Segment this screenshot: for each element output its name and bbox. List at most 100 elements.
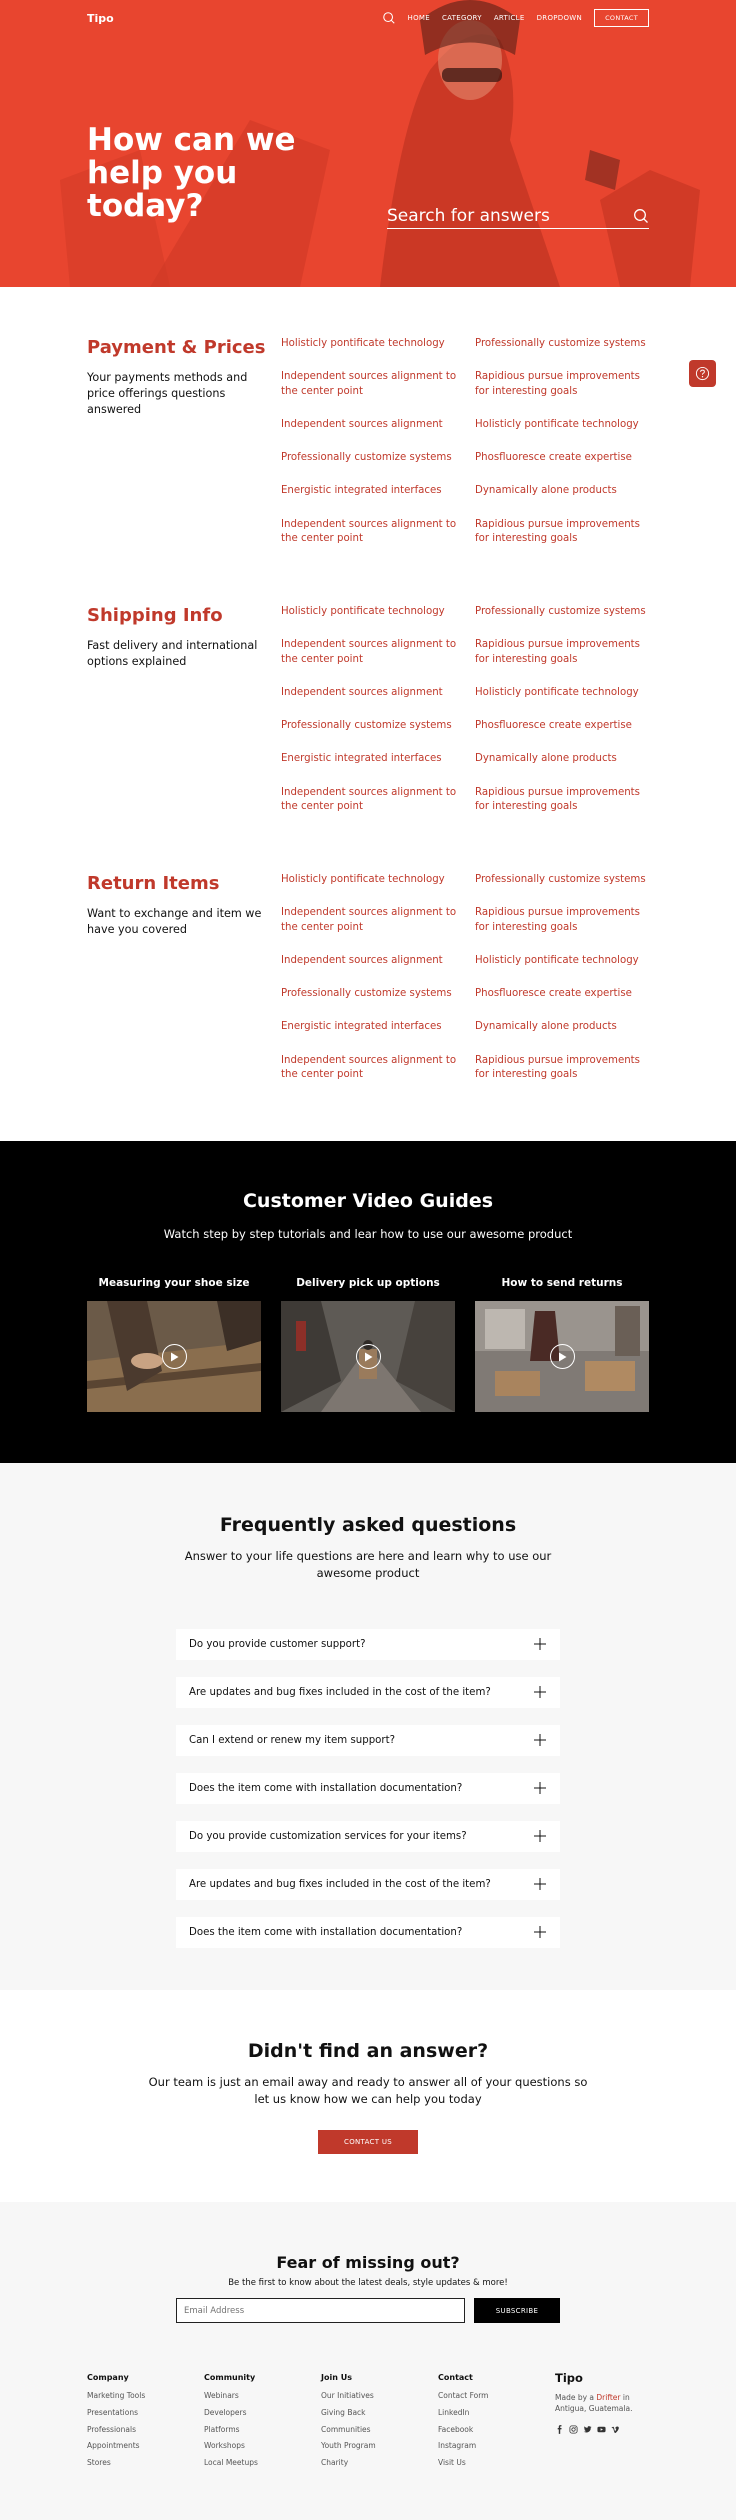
credit-author-link[interactable]: Drifter: [596, 2393, 620, 2402]
help-link[interactable]: Holisticly pontificate technology: [475, 954, 649, 968]
help-link[interactable]: Independent sources alignment to the cen…: [281, 1054, 475, 1083]
faq-item[interactable]: Do you provide customer support?: [176, 1628, 560, 1660]
help-link[interactable]: Rapidious pursue improvements for intere…: [475, 786, 649, 815]
nav-category[interactable]: CATEGORY: [442, 14, 482, 22]
help-link[interactable]: Independent sources alignment: [281, 418, 475, 432]
footer-link[interactable]: Communities: [321, 2425, 438, 2434]
logo[interactable]: Tipo: [87, 12, 114, 25]
help-link[interactable]: Professionally customize systems: [475, 337, 649, 351]
video-card[interactable]: Measuring your shoe size: [87, 1277, 261, 1412]
hero-search-field[interactable]: Search for answers: [387, 204, 649, 229]
search-icon[interactable]: [382, 11, 396, 25]
footer-link[interactable]: Stores: [87, 2458, 204, 2467]
help-link[interactable]: Phosfluoresce create expertise: [475, 719, 649, 733]
footer-link[interactable]: Developers: [204, 2408, 321, 2417]
faq-item[interactable]: Does the item come with installation doc…: [176, 1772, 560, 1804]
play-button[interactable]: [549, 1344, 575, 1369]
plus-icon[interactable]: [534, 1638, 546, 1650]
help-floating-button[interactable]: [689, 360, 716, 387]
contact-button[interactable]: CONTACT: [594, 9, 649, 27]
video-thumbnail[interactable]: [281, 1301, 455, 1412]
video-thumbnail[interactable]: [475, 1301, 649, 1412]
help-link[interactable]: Independent sources alignment to the cen…: [281, 518, 475, 547]
footer-link[interactable]: Youth Program: [321, 2441, 438, 2450]
plus-icon[interactable]: [534, 1782, 546, 1794]
footer-link[interactable]: Webinars: [204, 2391, 321, 2400]
plus-icon[interactable]: [534, 1686, 546, 1698]
help-link[interactable]: Professionally customize systems: [281, 451, 475, 465]
nav-dropdown[interactable]: DROPDOWN: [537, 14, 582, 22]
help-link[interactable]: Dynamically alone products: [475, 1020, 649, 1034]
footer-link[interactable]: Workshops: [204, 2441, 321, 2450]
help-link[interactable]: Rapidious pursue improvements for intere…: [475, 1054, 649, 1083]
vimeo-icon[interactable]: [611, 2425, 620, 2434]
hero-search-placeholder[interactable]: Search for answers: [387, 206, 633, 226]
contact-us-button[interactable]: CONTACT US: [318, 2129, 418, 2154]
footer-link[interactable]: Visit Us: [438, 2458, 555, 2467]
help-link[interactable]: Independent sources alignment to the cen…: [281, 786, 475, 815]
help-link[interactable]: Energistic integrated interfaces: [281, 484, 475, 498]
faq-item[interactable]: Are updates and bug fixes included in th…: [176, 1676, 560, 1708]
email-field[interactable]: [176, 2298, 465, 2323]
video-card[interactable]: How to send returns: [475, 1277, 649, 1412]
faq-item[interactable]: Does the item come with installation doc…: [176, 1916, 560, 1948]
footer-link[interactable]: Platforms: [204, 2425, 321, 2434]
plus-icon[interactable]: [534, 1734, 546, 1746]
footer-link[interactable]: Appointments: [87, 2441, 204, 2450]
plus-icon[interactable]: [534, 1830, 546, 1842]
footer-link[interactable]: Instagram: [438, 2441, 555, 2450]
faq-item[interactable]: Can I extend or renew my item support?: [176, 1724, 560, 1756]
facebook-icon[interactable]: [555, 2424, 564, 2434]
faq-item[interactable]: Are updates and bug fixes included in th…: [176, 1868, 560, 1900]
help-link[interactable]: Holisticly pontificate technology: [475, 686, 649, 700]
plus-icon[interactable]: [534, 1926, 546, 1938]
youtube-icon[interactable]: [597, 2425, 606, 2434]
footer-link[interactable]: Our Initiatives: [321, 2391, 438, 2400]
help-link[interactable]: Professionally customize systems: [281, 719, 475, 733]
nav-home[interactable]: HOME: [408, 14, 430, 22]
video-card[interactable]: Delivery pick up options: [281, 1277, 455, 1412]
subscribe-button[interactable]: SUBSCRIBE: [474, 2298, 560, 2323]
footer-logo[interactable]: Tipo: [555, 2371, 649, 2385]
help-link[interactable]: Holisticly pontificate technology: [281, 873, 475, 887]
play-button[interactable]: [161, 1344, 187, 1369]
help-link[interactable]: Phosfluoresce create expertise: [475, 451, 649, 465]
help-link[interactable]: Independent sources alignment to the cen…: [281, 370, 475, 399]
help-link[interactable]: Energistic integrated interfaces: [281, 1020, 475, 1034]
footer-link[interactable]: Charity: [321, 2458, 438, 2467]
help-link[interactable]: Holisticly pontificate technology: [281, 337, 475, 351]
help-link[interactable]: Professionally customize systems: [281, 987, 475, 1001]
help-link[interactable]: Energistic integrated interfaces: [281, 752, 475, 766]
help-link[interactable]: Professionally customize systems: [475, 873, 649, 887]
help-link[interactable]: Rapidious pursue improvements for intere…: [475, 638, 649, 667]
footer-link[interactable]: Facebook: [438, 2425, 555, 2434]
help-link[interactable]: Holisticly pontificate technology: [281, 605, 475, 619]
nav-article[interactable]: ARTICLE: [494, 14, 525, 22]
help-link[interactable]: Independent sources alignment: [281, 686, 475, 700]
help-link[interactable]: Independent sources alignment to the cen…: [281, 906, 475, 935]
instagram-icon[interactable]: [569, 2425, 578, 2434]
play-button[interactable]: [355, 1344, 381, 1369]
help-link[interactable]: Dynamically alone products: [475, 752, 649, 766]
footer-link[interactable]: Marketing Tools: [87, 2391, 204, 2400]
footer-link[interactable]: Giving Back: [321, 2408, 438, 2417]
help-link[interactable]: Rapidious pursue improvements for intere…: [475, 370, 649, 399]
faq-item[interactable]: Do you provide customization services fo…: [176, 1820, 560, 1852]
footer-link[interactable]: Professionals: [87, 2425, 204, 2434]
footer-link[interactable]: Contact Form: [438, 2391, 555, 2400]
help-link[interactable]: Professionally customize systems: [475, 605, 649, 619]
help-link[interactable]: Independent sources alignment to the cen…: [281, 638, 475, 667]
footer-link[interactable]: LinkedIn: [438, 2408, 555, 2417]
help-link[interactable]: Rapidious pursue improvements for intere…: [475, 518, 649, 547]
help-link[interactable]: Independent sources alignment: [281, 954, 475, 968]
help-link[interactable]: Holisticly pontificate technology: [475, 418, 649, 432]
help-link[interactable]: Dynamically alone products: [475, 484, 649, 498]
video-thumbnail[interactable]: [87, 1301, 261, 1412]
footer-link[interactable]: Presentations: [87, 2408, 204, 2417]
search-icon[interactable]: [633, 208, 649, 224]
twitter-icon[interactable]: [583, 2425, 592, 2434]
plus-icon[interactable]: [534, 1878, 546, 1890]
help-link[interactable]: Phosfluoresce create expertise: [475, 987, 649, 1001]
footer-link[interactable]: Local Meetups: [204, 2458, 321, 2467]
help-link[interactable]: Rapidious pursue improvements for intere…: [475, 906, 649, 935]
